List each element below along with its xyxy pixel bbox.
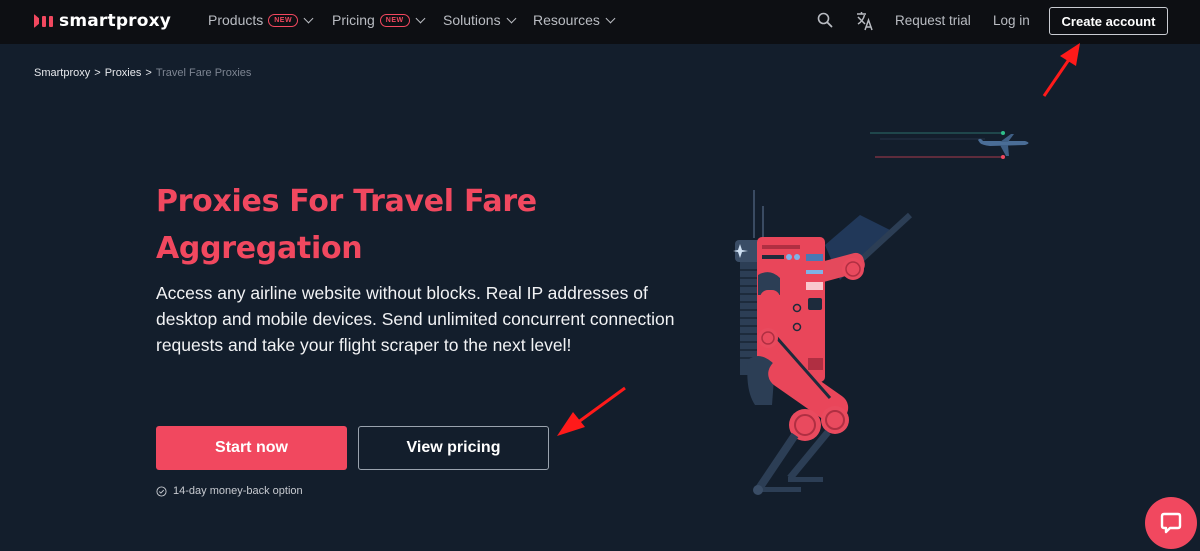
breadcrumb-smartproxy[interactable]: Smartproxy [34,67,90,79]
chevron-down-icon [506,13,517,23]
money-back-note: 14-day money-back option [156,485,303,497]
request-trial-link[interactable]: Request trial [895,13,971,28]
search-button[interactable] [817,11,833,34]
logo-mark-icon [34,14,53,28]
airplane-illustration [870,131,1029,159]
breadcrumb-separator: > [94,67,101,79]
chat-button[interactable] [1145,497,1197,549]
new-badge: NEW [268,13,299,27]
nav-resources-label: Resources [533,12,600,28]
login-link[interactable]: Log in [993,13,1030,28]
nav-pricing[interactable]: Pricing NEW [332,12,426,28]
translate-icon [857,12,873,31]
chevron-down-icon [303,13,314,23]
language-button[interactable] [856,11,874,36]
nav-resources[interactable]: Resources [533,12,616,28]
create-account-button[interactable]: Create account [1049,7,1168,35]
money-back-text: 14-day money-back option [173,485,303,497]
annotation-arrow-view-pricing [557,386,626,436]
nav-products[interactable]: Products NEW [208,12,314,28]
nav-pricing-label: Pricing [332,12,375,28]
annotation-arrow-create-account [1042,43,1080,97]
new-badge: NEW [379,13,410,27]
smartproxy-logo[interactable]: smartproxy [34,11,171,31]
chevron-down-icon [605,13,616,23]
page-title: Proxies For Travel Fare Aggregation [156,184,537,266]
view-pricing-button[interactable]: View pricing [358,426,549,470]
hero-description: Access any airline website without block… [156,283,675,355]
chevron-down-icon [415,13,426,23]
breadcrumb-current: Travel Fare Proxies [155,67,252,79]
start-now-button[interactable]: Start now [156,426,347,470]
search-icon [817,12,833,28]
nav-products-label: Products [208,12,264,28]
breadcrumb-separator: > [145,67,152,79]
breadcrumb: Smartproxy > Proxies > Travel Fare Proxi… [34,67,251,79]
robot-illustration [733,131,1029,495]
check-circle-icon [156,485,167,497]
nav-solutions[interactable]: Solutions [443,12,517,28]
breadcrumb-proxies[interactable]: Proxies [105,67,142,79]
top-navigation: smartproxy Products NEW Pricing NEW Solu… [0,0,1200,44]
brand-name: smartproxy [59,11,172,31]
nav-solutions-label: Solutions [443,12,501,28]
chat-icon [1160,512,1182,534]
